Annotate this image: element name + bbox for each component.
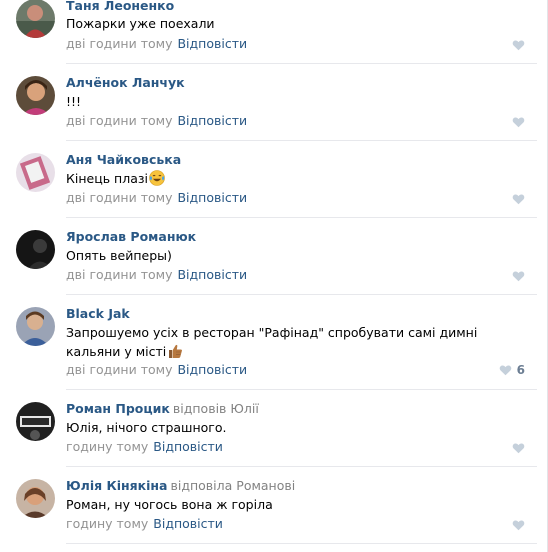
comment-author-link[interactable]: Таня Леоненко [66,0,174,13]
comment-item: Алчёнок Ланчук !!! дві години тому Відпов… [0,64,537,141]
avatar[interactable] [16,230,55,269]
comment-item: Аня Чайковська Кінець плазі дві години т… [0,141,537,218]
reply-button[interactable]: Відповісти [153,439,223,454]
comment-time-link[interactable]: дві години тому [66,267,172,282]
avatar[interactable] [16,76,55,115]
reply-prefix: відповіла [170,478,233,493]
reply-button[interactable]: Відповісти [153,516,223,531]
avatar[interactable] [16,153,55,192]
avatar[interactable] [16,479,55,518]
reply-button[interactable]: Відповісти [177,362,247,377]
heart-icon [512,520,525,531]
like-button[interactable] [512,517,525,533]
laughing-tears-emoji-icon [149,170,165,186]
heart-icon [512,194,525,205]
comment-author-link[interactable]: Роман Процик [66,401,170,416]
like-button[interactable] [512,191,525,207]
comment-text: !!! [66,94,82,109]
comment-author-link[interactable]: Black Jak [66,306,130,321]
replied-to-link[interactable]: Романові [236,478,295,493]
comment-author-link[interactable]: Ярослав Романюк [66,229,196,244]
comment-text: Кінець плазі [66,169,526,188]
like-count: 6 [516,363,525,377]
avatar[interactable] [16,402,55,441]
comment-text: Опять вейперы) [66,248,172,263]
comment-text: Юлія, нічого страшного. [66,420,227,435]
comment-divider [66,543,537,544]
comment-time-link[interactable]: годину тому [66,516,148,531]
comment-item: Black Jak Запрошуемо усіх в ресторан "Ра… [0,295,537,390]
comment-time-link[interactable]: дві години тому [66,36,172,51]
comment-author-link[interactable]: Алчёнок Ланчук [66,75,185,90]
comment-item: Роман Процик відповів Юлії Юлія, нічого с… [0,390,537,467]
comment-item: Юлія Кінякіна відповіла Романові Роман, н… [0,467,537,544]
like-button[interactable] [512,37,525,53]
comment-time-link[interactable]: дві години тому [66,113,172,128]
heart-icon [512,117,525,128]
like-button[interactable]: 6 [499,362,525,378]
heart-icon [499,365,511,376]
comment-time-link[interactable]: годину тому [66,439,148,454]
heart-icon [512,40,525,51]
comment-author-link[interactable]: Юлія Кінякіна [66,478,168,493]
reply-button[interactable]: Відповісти [177,113,247,128]
heart-icon [512,271,525,282]
avatar[interactable] [16,0,55,38]
comment-time-link[interactable]: дві години тому [66,362,172,377]
like-button[interactable] [512,440,525,456]
thumbs-up-emoji-icon [169,344,183,358]
reply-button[interactable]: Відповісти [177,36,247,51]
comment-time-link[interactable]: дві години тому [66,190,172,205]
like-button[interactable] [512,268,525,284]
reply-button[interactable]: Відповісти [177,267,247,282]
comment-item: Таня Леоненко Пожарки уже поехали дві го… [0,0,537,64]
like-button[interactable] [512,114,525,130]
comment-text: Запрошуемо усіх в ресторан "Рафінад" спр… [66,325,478,359]
heart-icon [512,443,525,454]
avatar[interactable] [16,307,55,346]
reply-button[interactable]: Відповісти [177,190,247,205]
comment-text: Пожарки уже поехали [66,16,215,31]
reply-prefix: відповів [172,401,227,416]
comment-text: Роман, ну чогось вона ж горіла [66,497,273,512]
comment-item: Ярослав Романюк Опять вейперы) дві годин… [0,218,537,295]
comment-author-link[interactable]: Аня Чайковська [66,152,181,167]
replied-to-link[interactable]: Юлії [230,401,258,416]
